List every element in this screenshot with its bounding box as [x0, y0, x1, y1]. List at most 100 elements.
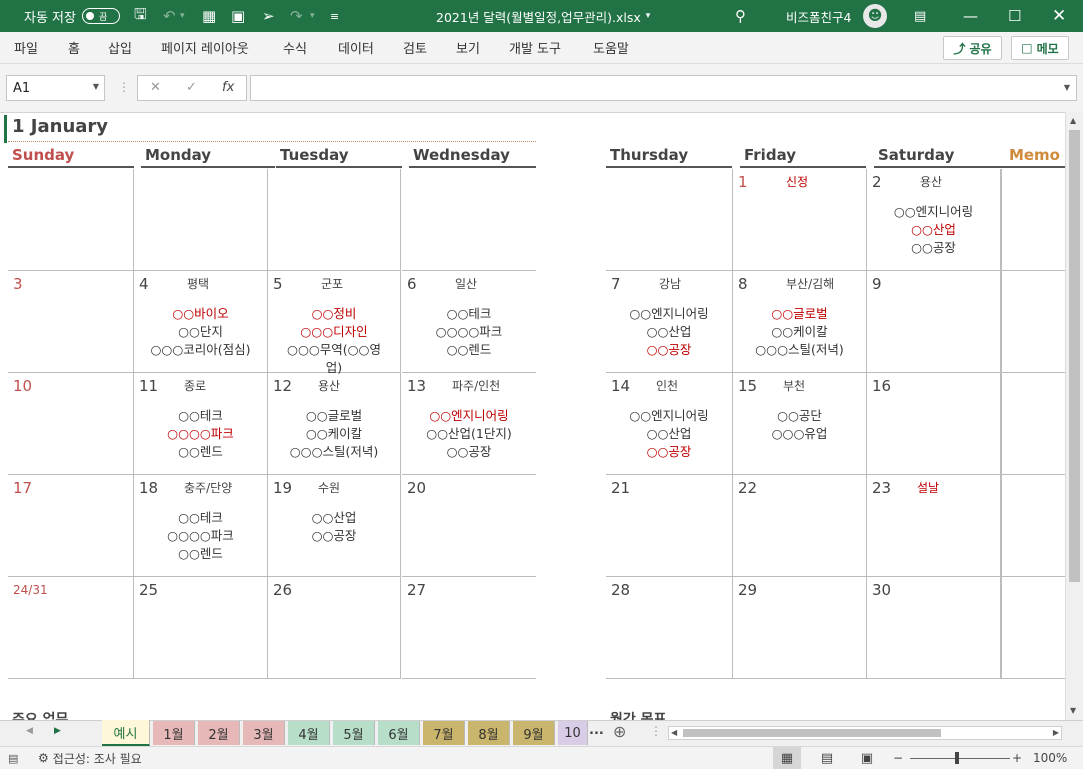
header-thursday[interactable]: Thursday [606, 144, 732, 168]
sheet-tab-6[interactable]: 6월 [378, 721, 420, 745]
calendar-cell-fri-week1[interactable]: 1 신정 [733, 169, 867, 271]
accessibility-status[interactable]: ⚙ 접근성: 조사 필요 [38, 747, 142, 769]
redo-icon[interactable]: ↷ [290, 0, 303, 32]
memo-cell-week4[interactable] [1001, 475, 1065, 577]
menu-help[interactable]: 도움말 [593, 32, 629, 63]
share-button[interactable]: ⤴ 공유 [943, 36, 1002, 60]
calendar-cell-mon-week2[interactable]: 4 평택 ○○바이오 ○○단지 ○○○코리아(점심) [134, 271, 268, 373]
memo-cell-week1[interactable] [1001, 169, 1065, 271]
undo-icon[interactable]: ↶ [163, 0, 176, 32]
calendar-cell-thu-week1[interactable] [606, 169, 733, 271]
sheet-tab-1[interactable]: 1월 [153, 721, 195, 745]
calendar-cell-sun-week4[interactable]: 17 [8, 475, 134, 577]
header-tuesday[interactable]: Tuesday [276, 144, 402, 168]
calendar-cell-thu-week3[interactable]: 14 인천 ○○엔지니어링 ○○산업 ○○공장 [606, 373, 733, 475]
enter-icon[interactable]: ✓ [186, 80, 197, 95]
calendar-cell-fri-week2[interactable]: 8 부산/김해 ○○글로벌 ○○케이칼 ○○○스틸(저녁) [733, 271, 867, 373]
header-wednesday[interactable]: Wednesday [409, 144, 536, 168]
menu-review[interactable]: 검토 [403, 32, 427, 63]
calendar-cell-wed-week2[interactable]: 6 일산 ○○테크 ○○○○파크 ○○렌드 [402, 271, 536, 373]
menu-developer[interactable]: 개발 도구 [509, 32, 561, 63]
memo-cell-week5[interactable] [1001, 577, 1065, 679]
form-icon[interactable]: ▦ [202, 0, 216, 32]
account-avatar[interactable]: ☻ [863, 0, 887, 32]
menu-home[interactable]: 홈 [68, 32, 80, 63]
header-saturday[interactable]: Saturday [874, 144, 1000, 168]
autosave-toggle[interactable]: 끔 [82, 0, 120, 32]
calendar-cell-mon-week3[interactable]: 11 종로 ○○테크 ○○○○파크 ○○렌드 [134, 373, 268, 475]
menu-page-layout[interactable]: 페이지 레이아웃 [161, 32, 249, 63]
undo-dropdown-icon[interactable]: ▾ [180, 0, 185, 32]
customize-quick-access-icon[interactable]: ≡ [330, 0, 339, 32]
header-sunday[interactable]: Sunday [8, 144, 134, 168]
horizontal-scroll-thumb[interactable] [683, 729, 941, 737]
zoom-in-button[interactable]: + [1012, 747, 1022, 769]
monthly-goal-label[interactable]: 월간 목표 [610, 709, 666, 720]
menu-view[interactable]: 보기 [456, 32, 480, 63]
prev-sheet-icon[interactable]: ◀ [26, 726, 33, 736]
key-tasks-label[interactable]: 주요 업무 [12, 709, 68, 720]
calendar-cell-tue-week1[interactable] [268, 169, 401, 271]
search-icon[interactable]: ⚲ [735, 0, 746, 32]
calendar-cell-mon-week1[interactable] [134, 169, 268, 271]
header-monday[interactable]: Monday [141, 144, 275, 168]
minimize-icon[interactable]: — [963, 0, 978, 32]
sheet-tab-4[interactable]: 4월 [288, 721, 330, 745]
sheet-tab-3[interactable]: 3월 [243, 721, 285, 745]
calendar-cell-mon-week5[interactable]: 25 [134, 577, 268, 679]
menu-formulas[interactable]: 수식 [283, 32, 307, 63]
memo-cell-week3[interactable] [1001, 373, 1065, 475]
comments-button[interactable]: □ 메모 [1011, 36, 1069, 60]
calendar-cell-tue-week3[interactable]: 12 용산 ○○글로벌 ○○케이칼 ○○○스틸(저녁) [268, 373, 401, 475]
save-icon[interactable]: 🖫 [134, 0, 147, 32]
calendar-cell-fri-week5[interactable]: 29 [733, 577, 867, 679]
normal-view-icon[interactable]: ▦ [773, 747, 801, 769]
account-name[interactable]: 비즈폼친구4 [786, 0, 851, 32]
calendar-cell-sun-week2[interactable]: 3 [8, 271, 134, 373]
calendar-cell-sun-week3[interactable]: 10 [8, 373, 134, 475]
calendar-cell-sat-week2[interactable]: 9 [867, 271, 1001, 373]
document-title[interactable]: 2021년 달력(월별일정,업무관리).xlsx ▾ [436, 0, 650, 32]
calendar-cell-tue-week4[interactable]: 19 수원 ○○산업 ○○공장 [268, 475, 401, 577]
calendar-cell-sat-week4[interactable]: 23 설날 [867, 475, 1001, 577]
page-layout-view-icon[interactable]: ▤ [813, 747, 841, 769]
calendar-cell-sat-week1[interactable]: 2 용산 ○○엔지니어링 ○○산업 ○○공장 [867, 169, 1001, 271]
scroll-left-icon[interactable]: ◀ [671, 728, 677, 737]
calendar-cell-tue-week2[interactable]: 5 군포 ○○정비 ○○○디자인 ○○○무역(○○영 업) [268, 271, 401, 375]
zoom-slider[interactable] [910, 758, 1010, 759]
formula-input[interactable]: ▼ [250, 75, 1077, 101]
menu-file[interactable]: 파일 [14, 32, 38, 63]
sheet-tab-example[interactable]: 예시 [102, 720, 150, 746]
horizontal-scrollbar[interactable]: ◀ ▶ [668, 726, 1062, 740]
sheet-tab-8[interactable]: 8월 [468, 721, 510, 745]
calendar-cell-wed-week5[interactable]: 27 [402, 577, 536, 679]
sheet-tab-2[interactable]: 2월 [198, 721, 240, 745]
calendar-cell-thu-week5[interactable]: 28 [606, 577, 733, 679]
calendar-cell-thu-week2[interactable]: 7 강남 ○○엔지니어링 ○○산업 ○○공장 [606, 271, 733, 373]
worksheet[interactable]: 1 January Sunday Monday Tuesday Wednesda… [0, 112, 1065, 720]
vertical-scrollbar[interactable]: ▲ ▼ [1065, 112, 1083, 720]
cancel-icon[interactable]: ✕ [150, 80, 161, 95]
page-break-view-icon[interactable]: ▣ [853, 747, 881, 769]
sheet-tab-9[interactable]: 9월 [513, 721, 555, 745]
ribbon-display-icon[interactable]: ▤ [914, 0, 926, 32]
sheet-tab-7[interactable]: 7월 [423, 721, 465, 745]
menu-insert[interactable]: 삽입 [108, 32, 132, 63]
calendar-cell-sun-week1[interactable] [8, 169, 134, 271]
calendar-cell-mon-week4[interactable]: 18 충주/단양 ○○테크 ○○○○파크 ○○렌드 [134, 475, 268, 577]
macro-record-icon[interactable]: ▤ [8, 747, 18, 769]
sheet-tab-5[interactable]: 5월 [333, 721, 375, 745]
next-sheet-icon[interactable]: ▶ [54, 726, 61, 736]
calendar-cell-wed-week1[interactable] [402, 169, 536, 271]
vertical-scroll-thumb[interactable] [1069, 130, 1080, 582]
new-sheet-icon[interactable]: ⊕ [613, 722, 626, 741]
header-memo[interactable]: Memo [1000, 144, 1065, 168]
zoom-out-button[interactable]: − [893, 747, 903, 769]
calendar-cell-sun-week5[interactable]: 24/31 [8, 577, 134, 679]
zoom-level[interactable]: 100% [1033, 747, 1067, 769]
camera-icon[interactable]: ▣ [231, 0, 245, 32]
menu-data[interactable]: 데이터 [338, 32, 374, 63]
calendar-cell-fri-week3[interactable]: 15 부천 ○○공단 ○○○유업 [733, 373, 867, 475]
expand-formula-icon[interactable]: ▼ [1064, 83, 1070, 92]
calendar-cell-wed-week3[interactable]: 13 파주/인천 ○○엔지니어링 ○○산업(1단지) ○○공장 [402, 373, 536, 475]
